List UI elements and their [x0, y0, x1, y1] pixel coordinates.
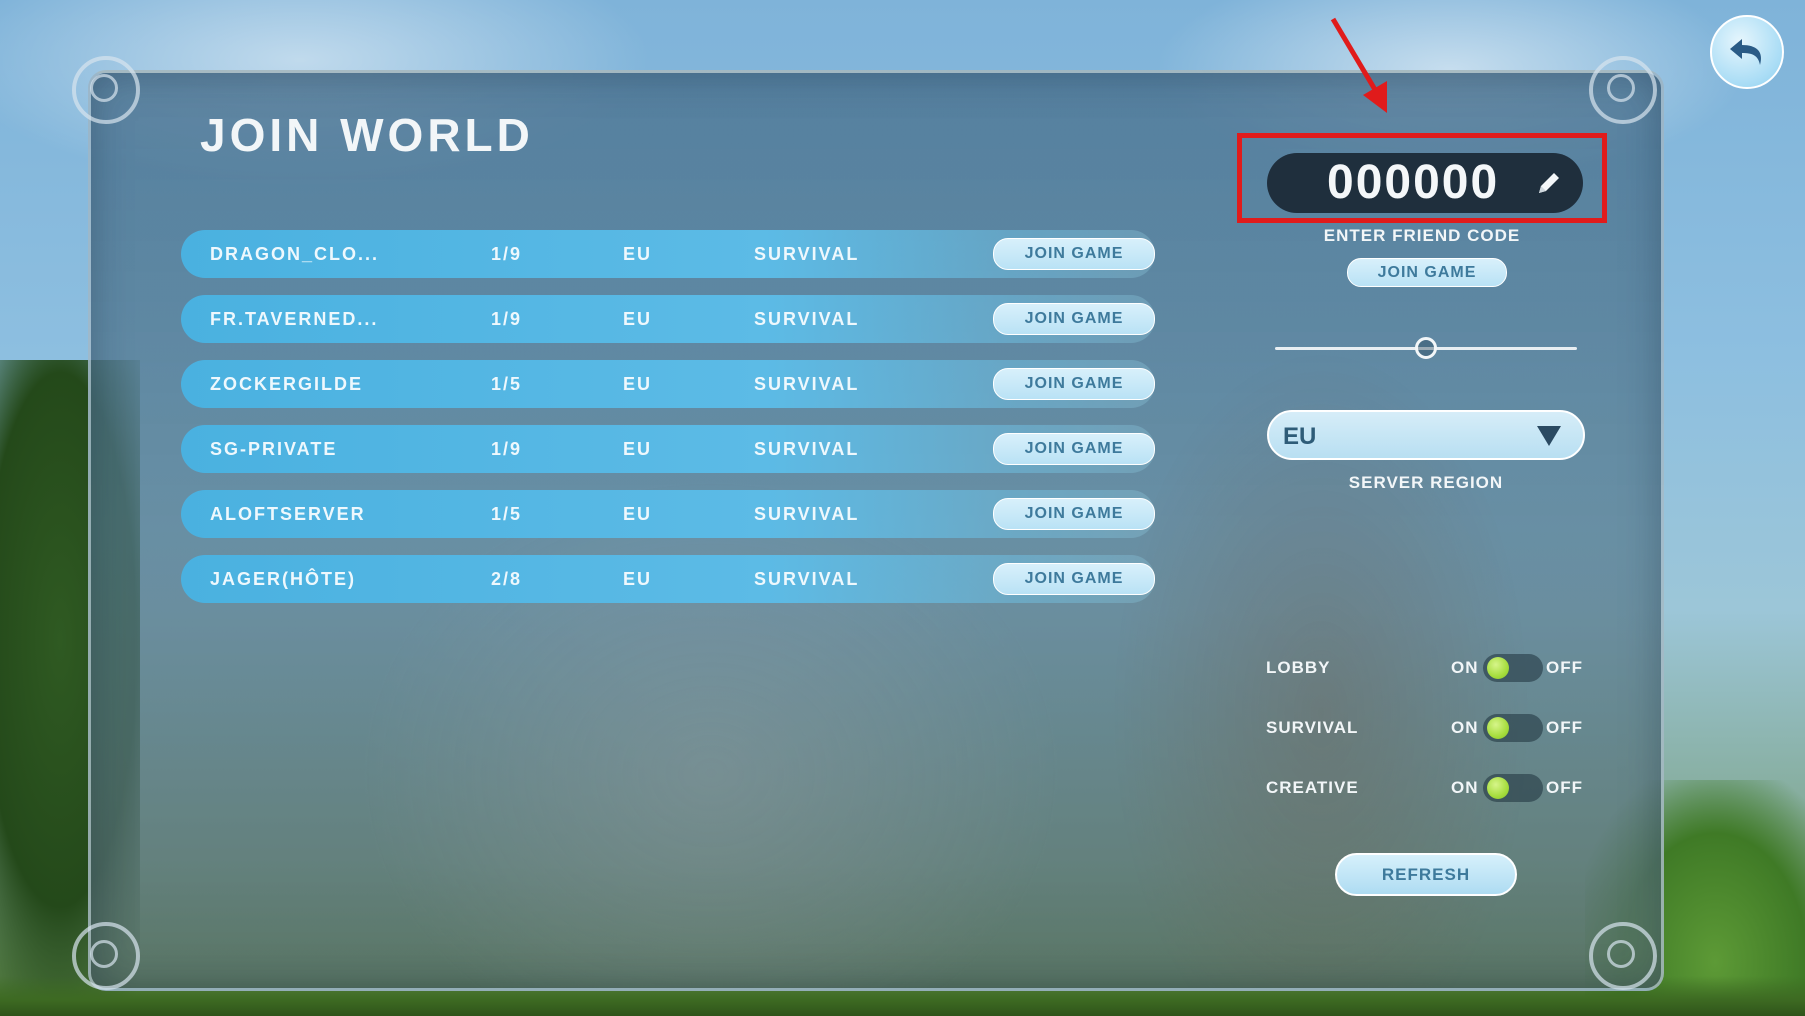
join-game-button[interactable]: JOIN GAME — [993, 238, 1155, 270]
server-name: JAGER(HÔTE) — [210, 569, 357, 589]
join-game-button[interactable]: JOIN GAME — [993, 563, 1155, 595]
server-name: FR.TAVERNED... — [210, 309, 379, 329]
server-region: EU — [623, 309, 653, 329]
join-game-button[interactable]: JOIN GAME — [993, 368, 1155, 400]
join-game-button[interactable]: JOIN GAME — [993, 498, 1155, 530]
server-mode: SURVIVAL — [754, 439, 860, 459]
filter-label: CREATIVE — [1266, 778, 1359, 797]
on-label: ON — [1451, 778, 1479, 797]
server-name: SG-PRIVATE — [210, 439, 338, 459]
server-row[interactable]: ZOCKERGILDE 1/5 EU SURVIVAL JOIN GAME — [181, 360, 1155, 408]
server-region-label: SERVER REGION — [1348, 473, 1504, 492]
server-mode: SURVIVAL — [754, 309, 860, 329]
ornament-top-right — [1589, 56, 1657, 124]
server-region: EU — [623, 504, 653, 524]
off-label: OFF — [1546, 718, 1583, 737]
server-row[interactable]: FR.TAVERNED... 1/9 EU SURVIVAL JOIN GAME — [181, 295, 1155, 343]
server-region-dropdown[interactable]: EU — [1267, 410, 1585, 460]
filter-creative: CREATIVE ON OFF — [1266, 772, 1586, 802]
back-arrow-icon — [1730, 39, 1762, 65]
server-region: EU — [623, 439, 653, 459]
server-players: 1/9 — [491, 439, 523, 459]
ornament-bottom-right — [1589, 922, 1657, 990]
back-button[interactable] — [1710, 15, 1784, 89]
server-players: 1/5 — [491, 374, 523, 394]
toggle-knob — [1487, 657, 1509, 679]
server-players: 1/9 — [491, 244, 523, 264]
pencil-icon[interactable] — [1533, 169, 1563, 199]
creative-toggle[interactable] — [1483, 774, 1543, 802]
off-label: OFF — [1546, 778, 1583, 797]
server-list: DRAGON_CLO... 1/9 EU SURVIVAL JOIN GAME … — [181, 230, 1155, 620]
server-mode: SURVIVAL — [754, 374, 860, 394]
server-players: 1/5 — [491, 504, 523, 524]
red-arrow-annotation — [1330, 17, 1387, 113]
on-label: ON — [1451, 718, 1479, 737]
server-name: ZOCKERGILDE — [210, 374, 364, 394]
filter-lobby: LOBBY ON OFF — [1266, 652, 1586, 682]
server-players: 2/8 — [491, 569, 523, 589]
server-name: ALOFTSERVER — [210, 504, 366, 524]
caret-down-icon — [1537, 426, 1561, 446]
ornament-top-left — [72, 56, 140, 124]
server-players: 1/9 — [491, 309, 523, 329]
filter-label: SURVIVAL — [1266, 718, 1359, 737]
toggle-knob — [1487, 717, 1509, 739]
friend-code-label: ENTER FRIEND CODE — [1323, 226, 1521, 245]
region-selected-value: EU — [1283, 423, 1317, 450]
on-label: ON — [1451, 658, 1479, 677]
server-row[interactable]: ALOFTSERVER 1/5 EU SURVIVAL JOIN GAME — [181, 490, 1155, 538]
join-game-button[interactable]: JOIN GAME — [993, 433, 1155, 465]
server-region: EU — [623, 569, 653, 589]
page-title: JOIN WORLD — [200, 109, 534, 161]
filter-label: LOBBY — [1266, 658, 1331, 677]
friend-code-value: 000000 — [1327, 156, 1500, 209]
server-region: EU — [623, 374, 653, 394]
server-name: DRAGON_CLO... — [210, 244, 380, 264]
join-by-code-button[interactable]: JOIN GAME — [1347, 258, 1507, 287]
slider-handle[interactable] — [1415, 337, 1437, 359]
friend-code-field[interactable]: 000000 — [1267, 153, 1583, 213]
off-label: OFF — [1546, 658, 1583, 677]
toggle-knob — [1487, 777, 1509, 799]
survival-toggle[interactable] — [1483, 714, 1543, 742]
filter-survival: SURVIVAL ON OFF — [1266, 712, 1586, 742]
ornament-bottom-left — [72, 922, 140, 990]
server-row[interactable]: DRAGON_CLO... 1/9 EU SURVIVAL JOIN GAME — [181, 230, 1155, 278]
refresh-button[interactable]: REFRESH — [1335, 853, 1517, 896]
join-game-button[interactable]: JOIN GAME — [993, 303, 1155, 335]
server-mode: SURVIVAL — [754, 504, 860, 524]
game-scene: JOIN WORLD DRAGON_CLO... 1/9 EU SURVIVAL… — [0, 0, 1805, 1016]
server-mode: SURVIVAL — [754, 569, 860, 589]
lobby-toggle[interactable] — [1483, 654, 1543, 682]
server-region: EU — [623, 244, 653, 264]
server-mode: SURVIVAL — [754, 244, 860, 264]
server-row[interactable]: JAGER(HÔTE) 2/8 EU SURVIVAL JOIN GAME — [181, 555, 1155, 603]
server-row[interactable]: SG-PRIVATE 1/9 EU SURVIVAL JOIN GAME — [181, 425, 1155, 473]
